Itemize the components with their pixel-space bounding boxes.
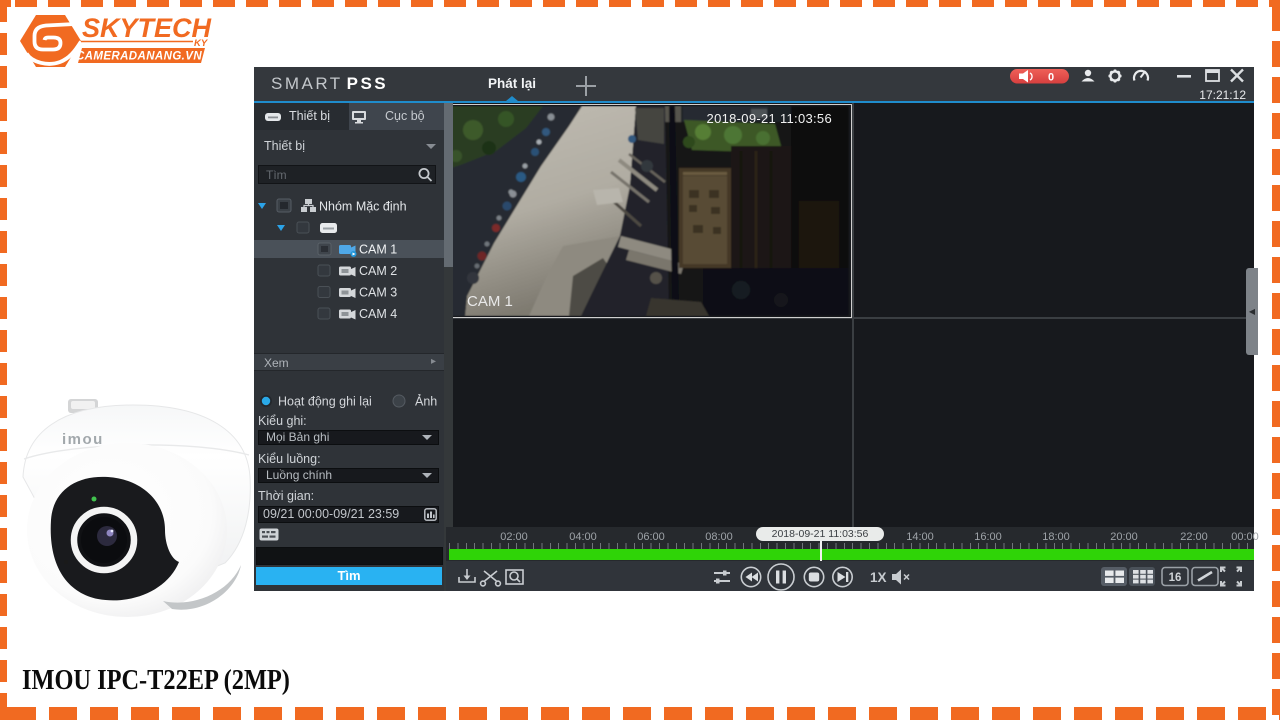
- svg-text:2018-09-21 11:03:56: 2018-09-21 11:03:56: [707, 111, 832, 126]
- svg-text:KY: KY: [194, 38, 209, 49]
- svg-text:16: 16: [1169, 572, 1182, 584]
- svg-text:CAM 2: CAM 2: [359, 264, 397, 278]
- svg-text:Hoạt động ghi lại: Hoạt động ghi lại: [278, 395, 372, 409]
- svg-text:CAM 1: CAM 1: [467, 293, 513, 310]
- svg-text:CAMERADANANG.VN: CAMERADANANG.VN: [76, 51, 202, 63]
- svg-text:CAM 3: CAM 3: [359, 286, 397, 300]
- svg-text:CAM 1: CAM 1: [359, 243, 397, 257]
- svg-text:imou: imou: [62, 431, 104, 448]
- svg-text:0: 0: [1048, 72, 1054, 84]
- svg-text:Ảnh: Ảnh: [415, 394, 437, 409]
- svg-text:CAM 4: CAM 4: [359, 307, 397, 321]
- svg-text:1X: 1X: [870, 570, 887, 585]
- svg-text:SKYTECH: SKYTECH: [82, 13, 212, 43]
- svg-text:Nhóm Mặc định: Nhóm Mặc định: [319, 200, 407, 214]
